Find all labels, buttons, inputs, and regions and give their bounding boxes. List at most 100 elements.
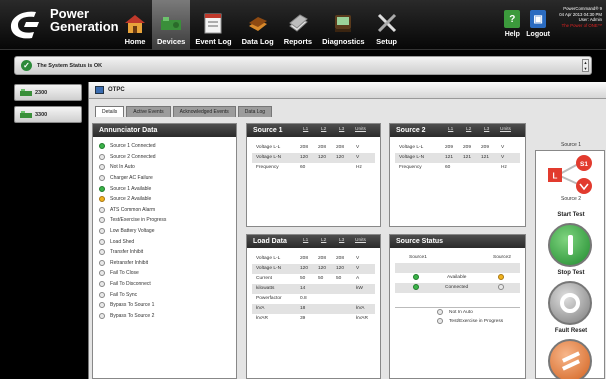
- source1-cell-label: Frequency: [256, 165, 279, 170]
- control-source1-label: Source 1: [560, 142, 581, 148]
- annunciator-item-label: Fail To Close: [110, 270, 139, 277]
- status-indicator-icon: [99, 291, 105, 298]
- annunciator-item-label: Bypass To Source 1: [110, 302, 155, 309]
- load-cell-l1: 120: [300, 266, 309, 271]
- source1-panel: Source 1 L1 L2 L3 Units Voltage L-L 208 20…: [246, 123, 381, 227]
- annunciator-item: Source 2 Connected: [93, 152, 236, 163]
- source2-rows: Voltage L-L 209 209 209 V Voltage L-N 121 121 12…: [390, 137, 525, 173]
- load-cell-l2: 208: [318, 256, 327, 261]
- source1-rows: Voltage L-L 208 208 208 V Voltage L-N 120 120 12…: [247, 137, 380, 173]
- status-indicator-icon: [99, 228, 105, 235]
- nav-event-log-label: Event Log: [195, 37, 232, 46]
- fault-reset-button[interactable]: [548, 339, 592, 379]
- annunciator-item: Fail To Disconnect: [93, 279, 236, 290]
- nav-event-log[interactable]: Event Log: [190, 0, 236, 50]
- help-label: Help: [504, 31, 520, 38]
- source1-hdr-l2: L2: [321, 127, 327, 132]
- status-indicator-icon: [99, 238, 105, 245]
- source-status-title: Source Status: [390, 235, 525, 248]
- load-cell-label: kVAR: [256, 316, 268, 321]
- reports-icon: [289, 14, 308, 32]
- load-cell-l3: 120: [336, 266, 345, 271]
- status-indicator-icon: [99, 312, 105, 319]
- source1-cell-unit: Hz: [356, 165, 362, 170]
- source1-cell-unit: V: [356, 145, 360, 150]
- unit-button-3300[interactable]: 3300: [14, 106, 82, 123]
- nav-setup[interactable]: Setup: [370, 0, 404, 50]
- system-status-text: The System Status is OK: [37, 62, 103, 69]
- status-indicator-icon: [99, 185, 105, 192]
- source2-available-indicator: [498, 274, 504, 280]
- load-hdr-units: Units: [355, 238, 366, 243]
- nav-diagnostics[interactable]: Diagnostics: [317, 0, 370, 50]
- nav-reports[interactable]: Reports: [279, 0, 317, 50]
- diagnostics-icon: [335, 15, 352, 32]
- source2-cell-l1: 121: [445, 155, 454, 160]
- fault-reset-title: Fault Reset: [554, 328, 588, 334]
- nav-devices[interactable]: Devices: [152, 0, 191, 50]
- status-indicator-icon: [99, 143, 105, 150]
- start-test-title: Start Test: [557, 212, 585, 218]
- source2-cell-l2: 209: [463, 145, 472, 150]
- load-badge-text: L: [553, 172, 558, 181]
- source-status-body: Source1 Source2 Available Connected Not …: [390, 248, 525, 327]
- status-indicator-icon: [99, 206, 105, 213]
- brand-name: Power Generation: [50, 7, 119, 33]
- nav-data-log[interactable]: Data Log: [237, 0, 279, 50]
- status-scroll-control[interactable]: ▲ ▼: [582, 59, 589, 72]
- tab-data-log[interactable]: Data Log: [237, 106, 273, 117]
- source2-title: Source 2 L1 L2 L3 Units: [390, 124, 525, 137]
- test-row: Test/Exercise in Progress: [395, 317, 520, 327]
- load-cell-label: Current: [256, 276, 272, 281]
- home-icon: [125, 15, 145, 33]
- transfer-switch-diagram: L S1: [548, 155, 592, 194]
- source1-cell-l3: 208: [336, 145, 345, 150]
- load-title-text: Load Data: [253, 238, 287, 245]
- source1-hdr-l3: L3: [339, 127, 345, 132]
- annunciator-item-label: Source 1 Connected: [110, 143, 156, 150]
- stop-test-button[interactable]: [548, 281, 592, 325]
- help-button[interactable]: ? Help: [504, 10, 521, 38]
- source2-cell-l1: 209: [445, 145, 454, 150]
- load-cell-unit: kVA: [356, 306, 365, 311]
- load-cell-unit: V: [356, 256, 360, 261]
- logout-button[interactable]: ▣ Logout: [526, 10, 550, 38]
- source1-cell-unit: V: [356, 155, 360, 160]
- status-indicator-icon: [99, 164, 105, 171]
- load-row: Voltage L-L 208 208 208 V: [252, 254, 375, 264]
- tab-active-events[interactable]: Active Events: [126, 106, 171, 117]
- status-indicator-icon: [99, 217, 105, 224]
- nav-home[interactable]: Home: [118, 0, 152, 50]
- help-icon: ?: [504, 10, 521, 28]
- source2-cell-l1: 60: [445, 165, 451, 170]
- status-indicator-icon: [99, 270, 105, 277]
- connected-label: Connected: [445, 285, 469, 290]
- unit-button-2300[interactable]: 2300: [14, 84, 82, 101]
- generator-icon: [20, 89, 32, 96]
- annunciator-item-label: Source 1 Available: [110, 185, 152, 192]
- logout-label: Logout: [526, 31, 550, 38]
- load-cell-l1: 18: [300, 306, 306, 311]
- load-cell-label: kilowatts: [256, 286, 275, 291]
- load-cell-label: kVA: [256, 306, 265, 311]
- source2-connected-indicator: [498, 284, 504, 290]
- load-cell-label: Voltage L-L: [256, 256, 281, 261]
- start-test-button[interactable]: [548, 223, 592, 267]
- status-indicator-icon: [99, 196, 105, 203]
- source2-cell-unit: Hz: [501, 165, 507, 170]
- source2-hdr-units: Units: [500, 127, 511, 132]
- load-row: kilowatts 14 kW: [252, 284, 375, 294]
- load-cell-l2: 50: [318, 276, 324, 281]
- s1-badge-text: S1: [580, 161, 588, 168]
- nav-devices-label: Devices: [157, 37, 186, 46]
- system-info: PowerCommand® 9 04 Apr 2013 04:30 PM Use…: [552, 6, 602, 28]
- load-row: Current 50 50 50 A: [252, 274, 375, 284]
- source2-hdr-l2: L2: [466, 127, 472, 132]
- annunciator-item: Source 1 Connected: [93, 141, 236, 152]
- test-label: Test/Exercise in Progress: [449, 319, 504, 324]
- annunciator-item: Test/Exercise in Progress: [93, 215, 236, 226]
- tab-acknowledged-events[interactable]: Acknowledged Events: [172, 106, 236, 117]
- available-label: Available: [447, 275, 467, 280]
- annunciator-panel: Annunciator Data Source 1 Connected Sourc…: [92, 123, 237, 379]
- tab-details[interactable]: Details: [95, 106, 125, 117]
